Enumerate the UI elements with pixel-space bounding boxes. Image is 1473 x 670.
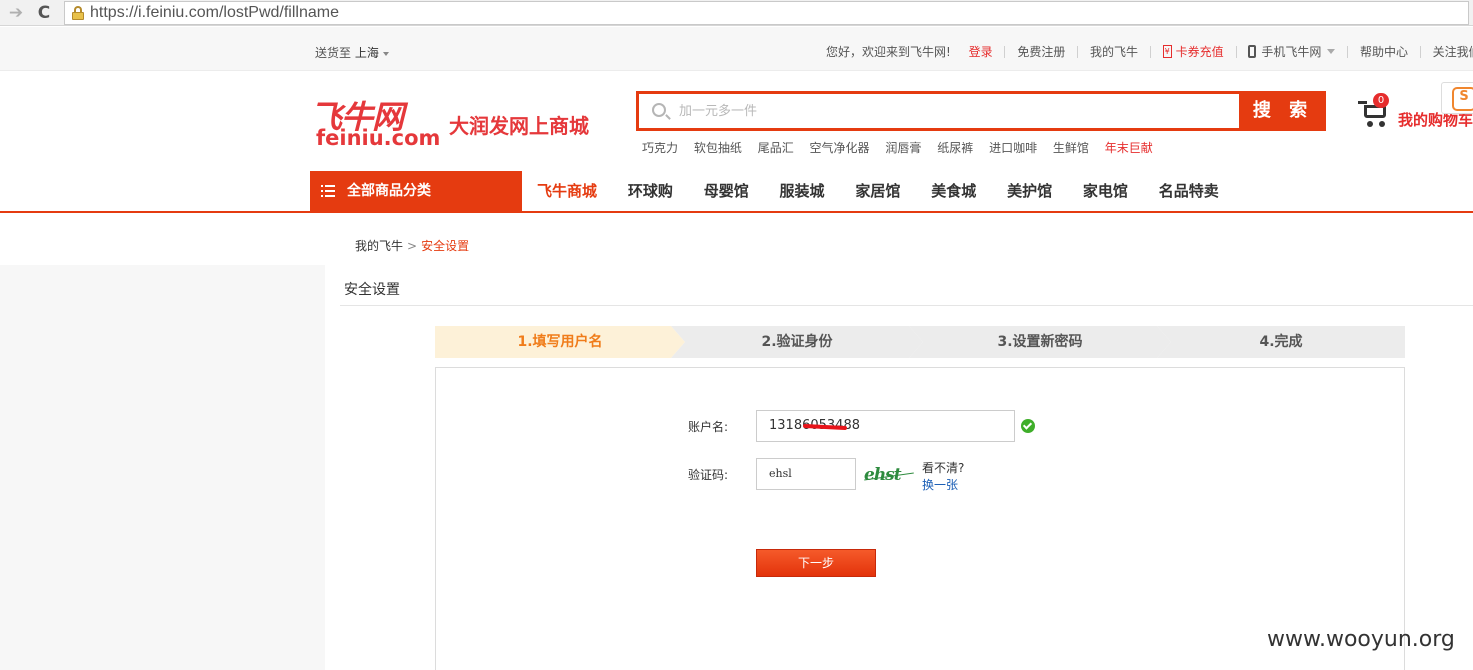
cant-see-text: 看不清? <box>922 461 965 475</box>
step-complete: 4.完成 <box>1157 326 1405 358</box>
search-button[interactable]: 搜 索 <box>1240 91 1326 131</box>
all-categories-label: 全部商品分类 <box>347 183 431 199</box>
menu-icon <box>321 185 335 197</box>
url-text[interactable]: https://i.feiniu.com/lostPwd/fillname <box>90 4 339 22</box>
hot-word-link[interactable]: 润唇膏 <box>885 141 921 155</box>
hot-word-link[interactable]: 尾品汇 <box>758 141 794 155</box>
hot-word-link[interactable]: 软包抽纸 <box>694 141 742 155</box>
captcha-input[interactable]: ehsl <box>756 458 856 490</box>
breadcrumb-separator: > <box>407 239 418 253</box>
search-icon <box>652 103 666 117</box>
watermark: www.wooyun.org <box>1267 627 1455 652</box>
card-recharge-link[interactable]: ¥ 卡券充值 <box>1162 43 1224 60</box>
top-strip: 送货至 上海 您好，欢迎来到飞牛网! 登录 免费注册 我的飞牛 ¥ 卡券充值 手机… <box>0 27 1473 71</box>
browser-toolbar: ➔ C https://i.feiniu.com/lostPwd/fillnam… <box>0 0 1473 26</box>
top-links: 您好，欢迎来到飞牛网! 登录 免费注册 我的飞牛 ¥ 卡券充值 手机飞牛网 帮助中… <box>826 43 1473 60</box>
follow-label: 关注我们: <box>1432 45 1473 59</box>
divider <box>1419 45 1421 58</box>
card-recharge-label: 卡券充值 <box>1175 45 1224 59</box>
account-input[interactable]: 13186053488 <box>756 410 1015 442</box>
logo-slogan: 大润发网上商城 <box>449 114 589 138</box>
phone-icon <box>1248 45 1257 58</box>
my-feiniu-link[interactable]: 我的飞牛 <box>1090 43 1138 60</box>
progress-steps: 1.填写用户名 2.验证身份 3.设置新密码 4.完成 <box>435 326 1405 358</box>
all-categories-button[interactable]: 全部商品分类 <box>310 171 522 211</box>
welcome-text: 您好，欢迎来到飞牛网! <box>826 45 951 59</box>
account-label: 账户名: <box>688 420 729 434</box>
nav-item-baby[interactable]: 母婴馆 <box>704 171 749 211</box>
login-link[interactable]: 登录 <box>969 43 993 60</box>
hot-word-link[interactable]: 进口咖啡 <box>989 141 1037 155</box>
divider <box>340 305 1473 306</box>
search-box <box>636 91 1242 131</box>
breadcrumb-current: 安全设置 <box>421 239 470 253</box>
step-label: 3.设置新密码 <box>997 334 1083 350</box>
chevron-down-icon <box>382 51 389 56</box>
main-nav: 全部商品分类 飞牛商城 环球购 母婴馆 服装城 家居馆 美食城 美护馆 家电馆 … <box>0 171 1473 213</box>
hot-word-link[interactable]: 生鲜馆 <box>1053 141 1089 155</box>
divider <box>1077 45 1079 58</box>
lock-icon <box>72 6 84 20</box>
nav-item-global[interactable]: 环球购 <box>628 171 673 211</box>
search-input[interactable] <box>679 100 1219 122</box>
nav-item-food[interactable]: 美食城 <box>931 171 976 211</box>
back-arrow-icon[interactable]: ➔ <box>6 3 26 23</box>
card-icon: ¥ <box>1162 45 1172 58</box>
divider <box>1235 45 1237 58</box>
reload-icon[interactable]: C <box>34 3 54 23</box>
hot-word-link[interactable]: 巧克力 <box>642 141 678 155</box>
address-bar[interactable]: https://i.feiniu.com/lostPwd/fillname <box>64 1 1469 25</box>
step-label: 2.验证身份 <box>761 334 833 350</box>
hot-word-link[interactable]: 空气净化器 <box>810 141 870 155</box>
hot-words: 巧克力 软包抽纸 尾品汇 空气净化器 润唇膏 纸尿裤 进口咖啡 生鲜馆 年末巨献 <box>642 139 1165 156</box>
site-logo[interactable]: 飞牛网 feiniu.com 大润发网上商城 <box>310 92 610 152</box>
register-link[interactable]: 免费注册 <box>1017 43 1065 60</box>
help-link[interactable]: 帮助中心 <box>1360 43 1408 60</box>
side-app-icon[interactable] <box>1441 82 1473 114</box>
divider <box>1004 45 1006 58</box>
captcha-image[interactable]: ehst <box>864 462 916 488</box>
nav-items: 飞牛商城 环球购 母婴馆 服装城 家居馆 美食城 美护馆 家电馆 名品特卖 <box>537 171 1246 211</box>
refresh-captcha-link[interactable]: 换一张 <box>922 476 958 493</box>
mobile-link[interactable]: 手机飞牛网 <box>1248 43 1336 60</box>
nav-item-home[interactable]: 家居馆 <box>855 171 900 211</box>
step-set-password: 3.设置新密码 <box>909 326 1171 358</box>
cart-count-badge: 0 <box>1373 93 1389 108</box>
divider <box>1149 45 1151 58</box>
nav-item-clothing[interactable]: 服装城 <box>780 171 825 211</box>
next-step-button[interactable]: 下一步 <box>756 549 876 577</box>
mobile-label: 手机飞牛网 <box>1261 45 1322 59</box>
chevron-down-icon <box>1327 49 1336 54</box>
check-circle-icon <box>1021 419 1035 433</box>
captcha-label: 验证码: <box>688 468 729 482</box>
breadcrumb-root[interactable]: 我的飞牛 <box>355 239 403 253</box>
nav-item-brands[interactable]: 名品特卖 <box>1159 171 1219 211</box>
step-fill-username: 1.填写用户名 <box>435 326 685 358</box>
breadcrumb: 我的飞牛 > 安全设置 <box>355 237 469 254</box>
step-label: 4.完成 <box>1259 334 1303 350</box>
ship-to-city: 上海 <box>354 46 379 60</box>
hot-word-highlight[interactable]: 年末巨献 <box>1105 141 1153 155</box>
nav-item-mall[interactable]: 飞牛商城 <box>537 171 597 211</box>
nav-item-beauty[interactable]: 美护馆 <box>1007 171 1052 211</box>
logo-domain: feiniu.com <box>316 126 441 150</box>
nav-item-appliance[interactable]: 家电馆 <box>1083 171 1128 211</box>
divider <box>1347 45 1349 58</box>
step-label: 1.填写用户名 <box>517 334 603 350</box>
step-verify-identity: 2.验证身份 <box>671 326 923 358</box>
hot-word-link[interactable]: 纸尿裤 <box>937 141 973 155</box>
ship-to-selector[interactable]: 送货至 上海 <box>315 44 389 61</box>
left-gutter <box>0 265 325 670</box>
page-title: 安全设置 <box>344 282 400 298</box>
ship-to-label: 送货至 <box>315 46 352 60</box>
